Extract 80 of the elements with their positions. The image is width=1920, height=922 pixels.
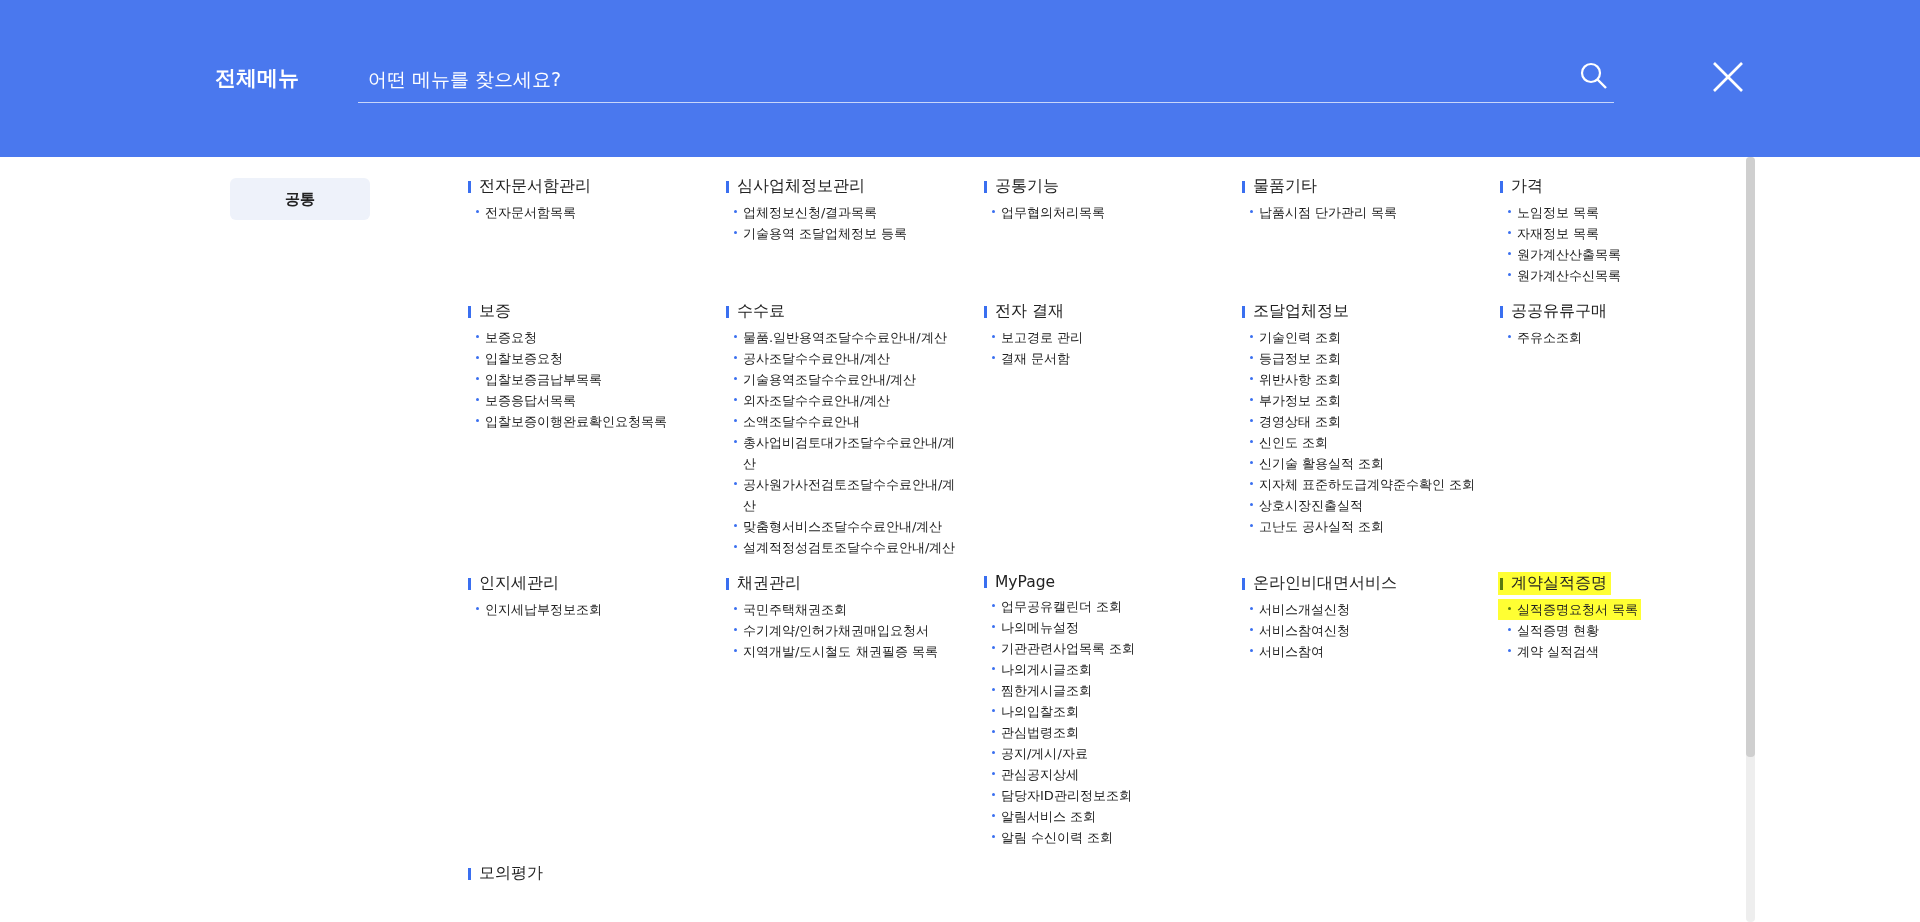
section-heading: 전자 결재 [982,300,1068,323]
menu-link[interactable]: 입찰보증요청 [466,348,566,369]
menu-link[interactable]: 계약 실적검색 [1498,641,1603,662]
menu-link[interactable]: 보고경로 관리 [982,327,1087,348]
section-heading: 계약실적증명 [1498,572,1611,595]
section-heading: 전자문서함관리 [466,175,595,198]
menu-link[interactable]: 알림 수신이력 조회 [982,827,1117,848]
menu-link[interactable]: 물품.일반용역조달수수료안내/계산 [724,327,950,348]
menu-link[interactable]: 보증요청 [466,327,540,348]
menu-link[interactable]: 소액조달수수료안내 [724,411,863,432]
menu-link[interactable]: 외자조달수수료안내/계산 [724,390,894,411]
menu-link[interactable]: 신기술 활용실적 조회 [1240,453,1388,474]
menu-link[interactable]: 고난도 공사실적 조회 [1240,516,1388,537]
section-heading: 모의평가 [466,862,547,885]
menu-link[interactable]: 기관관련사업목록 조회 [982,638,1139,659]
menu-link[interactable]: 경영상태 조회 [1240,411,1345,432]
menu-link[interactable]: 찜한게시글조회 [982,680,1095,701]
menu-link[interactable]: 자재정보 목록 [1498,223,1603,244]
menu-link[interactable]: 입찰보증금납부목록 [466,369,605,390]
close-icon[interactable] [1712,61,1744,93]
menu-link[interactable]: 관심법령조회 [982,722,1082,743]
menu-link[interactable]: 기술용역조달수수료안내/계산 [724,369,920,390]
section-heading: 온라인비대면서비스 [1240,572,1401,595]
scrollbar[interactable] [1746,157,1755,922]
menu-link[interactable]: 담당자ID관리정보조회 [982,785,1135,806]
menu-link[interactable]: 등급정보 조회 [1240,348,1345,369]
section-heading: 수수료 [724,300,789,323]
sidebar-tab[interactable]: 공통 [230,178,370,220]
menu-link[interactable]: 입찰보증이행완료확인요청목록 [466,411,670,432]
section-heading: 가격 [1498,175,1547,198]
menu-link[interactable]: 업무공유캘린더 조회 [982,596,1126,617]
section-heading: 심사업체정보관리 [724,175,869,198]
menu-link[interactable]: 보증응답서목록 [466,390,579,411]
menu-link[interactable]: 신인도 조회 [1240,432,1332,453]
search-field[interactable]: 어떤 메뉴를 찾으세요? [358,54,1614,103]
menu-link[interactable]: 나의입찰조회 [982,701,1082,722]
menu-link[interactable]: 원가계산산출목록 [1498,244,1624,265]
menu-link[interactable]: 부가정보 조회 [1240,390,1345,411]
section-heading: 인지세관리 [466,572,563,595]
menu-link[interactable]: 업무협의처리목록 [982,202,1108,223]
menu-link[interactable]: 지자체 표준하도급계약준수확인 조회 [1240,474,1479,495]
search-icon[interactable] [1580,62,1608,90]
menu-link[interactable]: 알림서비스 조회 [982,806,1100,827]
menu-link[interactable]: 총사업비검토대가조달수수료안내/계산 [724,432,967,474]
section-heading: 보증 [466,300,515,323]
menu-link[interactable]: 원가계산수신목록 [1498,265,1624,286]
section-heading: 물품기타 [1240,175,1321,198]
menu-link[interactable]: 상호시장진출실적 [1240,495,1366,516]
menu-link[interactable]: 관심공지상세 [982,764,1082,785]
menu-link[interactable]: 맞춤형서비스조달수수료안내/계산 [724,516,946,537]
section-heading: 조달업체정보 [1240,300,1353,323]
menu-link[interactable]: 노임정보 목록 [1498,202,1603,223]
menu-link[interactable]: 실적증명요청서 목록 [1498,599,1642,620]
menu-link[interactable]: 공사원가사전검토조달수수료안내/계산 [724,474,967,516]
menu-link[interactable]: 실적증명 현황 [1498,620,1603,641]
menu-link[interactable]: 서비스개설신청 [1240,599,1353,620]
menu-link[interactable]: 나의게시글조회 [982,659,1095,680]
section-heading: MyPage [982,572,1060,592]
menu-link[interactable]: 서비스참여신청 [1240,620,1353,641]
menu-link[interactable]: 국민주택채권조회 [724,599,850,620]
menu-link[interactable]: 결재 문서함 [982,348,1074,369]
menu-link[interactable]: 서비스참여 [1240,641,1327,662]
menu-link[interactable]: 공사조달수수료안내/계산 [724,348,894,369]
section-heading: 공공유류구매 [1498,300,1611,323]
section-heading: 공통기능 [982,175,1063,198]
section-heading: 채권관리 [724,572,805,595]
menu-link[interactable]: 기술용역 조달업체정보 등록 [724,223,911,244]
menu-link[interactable]: 나의메뉴설정 [982,617,1082,638]
menu-link[interactable]: 지역개발/도시철도 채권필증 목록 [724,641,941,662]
menu-link[interactable]: 기술인력 조회 [1240,327,1345,348]
menu-link[interactable]: 주유소조회 [1498,327,1585,348]
menu-link[interactable]: 인지세납부정보조회 [466,599,605,620]
menu-link[interactable]: 설계적정성검토조달수수료안내/계산 [724,537,959,558]
menu-link[interactable]: 공지/게시/자료 [982,743,1091,764]
menu-link[interactable]: 전자문서함목록 [466,202,579,223]
menu-link[interactable]: 수기계약/인허가채권매입요청서 [724,620,933,641]
menu-link[interactable]: 위반사항 조회 [1240,369,1345,390]
menu-title: 전체메뉴 [215,64,300,92]
menu-link[interactable]: 업체정보신청/결과목록 [724,202,881,223]
menu-link[interactable]: 납품시점 단가관리 목록 [1240,202,1401,223]
